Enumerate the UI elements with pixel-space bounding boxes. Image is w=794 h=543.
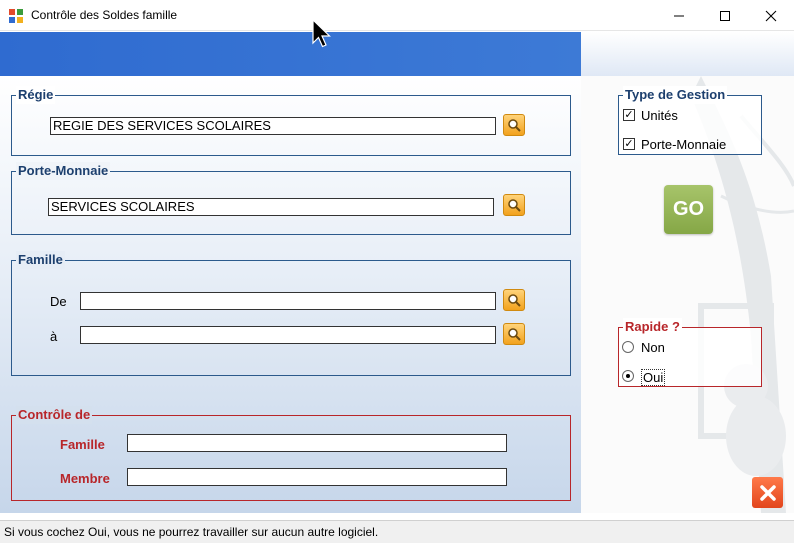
famille-from-field[interactable] <box>80 292 496 310</box>
mouse-cursor-icon <box>312 19 331 48</box>
famille-from-label: De <box>50 294 67 309</box>
rapide-group: Rapide ? <box>618 318 762 387</box>
rapide-oui-radio[interactable] <box>622 370 634 382</box>
header-banner <box>0 32 581 76</box>
title-bar: Contrôle des Soldes famille <box>0 0 794 31</box>
regie-legend: Régie <box>16 86 56 104</box>
unites-label: Unités <box>641 108 678 123</box>
porte-monnaie-search-button[interactable] <box>503 194 525 216</box>
close-icon <box>759 484 776 501</box>
controle-famille-label: Famille <box>60 437 105 452</box>
window-title: Contrôle des Soldes famille <box>31 8 178 22</box>
close-icon <box>765 10 777 21</box>
go-button[interactable]: GO <box>664 185 713 234</box>
famille-to-search-button[interactable] <box>503 323 525 345</box>
controle-famille-field[interactable] <box>127 434 507 452</box>
search-icon <box>508 199 521 212</box>
search-icon <box>508 119 521 132</box>
search-icon <box>508 294 521 307</box>
minimize-button[interactable] <box>656 0 702 31</box>
porte-monnaie-field[interactable]: SERVICES SCOLAIRES <box>48 198 494 216</box>
porte-monnaie-checkbox[interactable]: ✓ <box>623 138 635 150</box>
famille-from-search-button[interactable] <box>503 289 525 311</box>
controle-legend: Contrôle de <box>16 406 93 424</box>
status-text: Si vous cochez Oui, vous ne pourrez trav… <box>4 525 379 539</box>
header-banner-right <box>581 32 794 76</box>
controle-membre-field[interactable] <box>127 468 507 486</box>
porte-monnaie-option-label: Porte-Monnaie <box>641 137 727 152</box>
controle-group: Contrôle de <box>11 406 571 501</box>
rapide-non-radio[interactable] <box>622 341 634 353</box>
controle-membre-label: Membre <box>60 471 110 486</box>
rapide-oui-label: Oui <box>641 369 666 386</box>
rapide-legend: Rapide ? <box>623 318 682 336</box>
famille-to-label: à <box>50 329 58 344</box>
regie-field[interactable]: REGIE DES SERVICES SCOLAIRES <box>50 117 496 135</box>
close-form-button[interactable] <box>752 477 783 508</box>
famille-legend: Famille <box>16 251 65 269</box>
maximize-button[interactable] <box>702 0 748 31</box>
maximize-icon <box>720 10 730 21</box>
close-window-button[interactable] <box>748 0 794 31</box>
porte-monnaie-legend: Porte-Monnaie <box>16 162 111 180</box>
app-icon <box>9 9 23 23</box>
unites-checkbox[interactable]: ✓ <box>623 109 635 121</box>
famille-group: Famille <box>11 251 571 376</box>
status-bar: Si vous cochez Oui, vous ne pourrez trav… <box>0 520 794 543</box>
famille-to-field[interactable] <box>80 326 496 344</box>
type-gestion-legend: Type de Gestion <box>623 86 728 104</box>
rapide-non-label: Non <box>641 340 665 355</box>
search-icon <box>508 328 521 341</box>
minimize-icon <box>674 15 684 16</box>
regie-search-button[interactable] <box>503 114 525 136</box>
